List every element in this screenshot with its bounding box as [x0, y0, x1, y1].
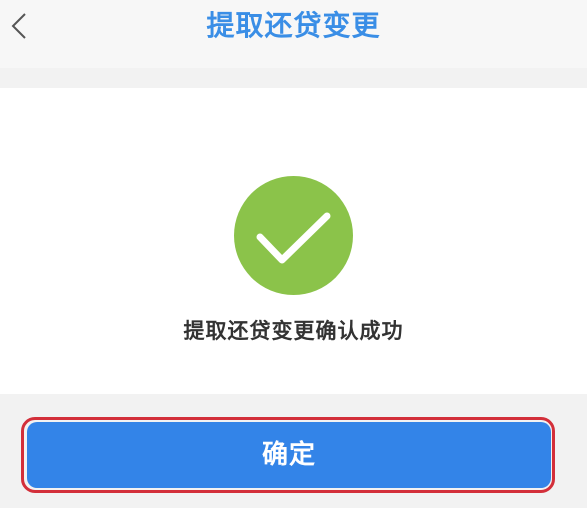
result-card: 提取还贷变更确认成功: [0, 88, 587, 394]
top-nav-bar: 提取还贷变更: [0, 0, 587, 68]
checkmark-circle-icon: [234, 176, 353, 295]
confirm-button[interactable]: 确定: [27, 422, 551, 488]
page-title: 提取还贷变更: [206, 9, 381, 42]
success-message: 提取还贷变更确认成功: [183, 319, 404, 343]
